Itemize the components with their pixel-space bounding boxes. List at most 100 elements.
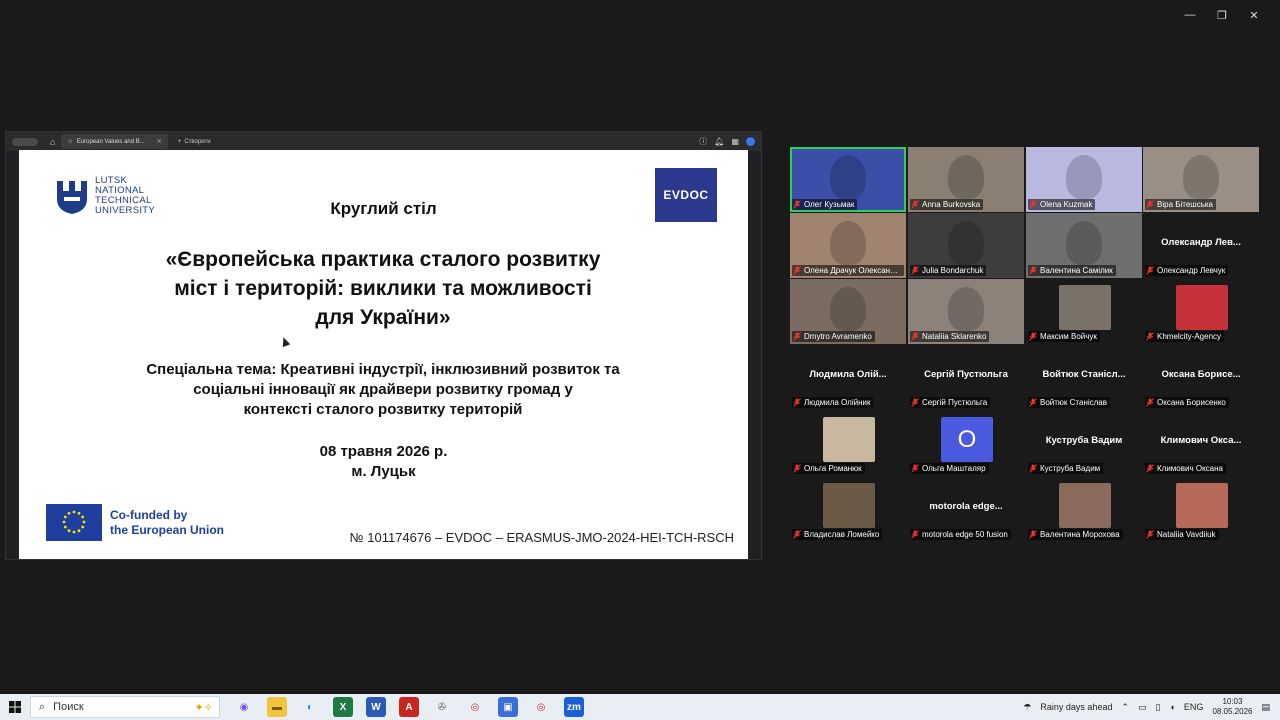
participant-tile[interactable]: Валентина Морохова [1026, 477, 1142, 542]
participant-video [948, 287, 984, 331]
participant-avatar [1059, 483, 1111, 528]
participant-tile[interactable]: O Ольга Маштaляр [908, 411, 1024, 476]
word-icon[interactable]: W [366, 697, 386, 717]
participant-name-label: Климович Оксана [1145, 463, 1226, 474]
windows-icon [9, 701, 21, 713]
file-explorer-icon[interactable]: ▬ [267, 697, 287, 717]
clock[interactable]: 10:03 08.05.2026 [1212, 697, 1252, 717]
help-icon[interactable]: ⓘ [699, 136, 707, 147]
muted-mic-icon [793, 200, 801, 209]
zoom-icon[interactable]: zm [564, 697, 584, 717]
participant-tile[interactable]: Оксана Борисе... Оксана Борисенко [1143, 345, 1259, 410]
participant-tile[interactable]: Julia Bondarchuk [908, 213, 1024, 278]
participant-name-label: Julia Bondarchuk [910, 265, 987, 276]
close-tab-icon[interactable]: ✕ [157, 138, 162, 145]
participant-tile[interactable]: Ольга Романюк [790, 411, 906, 476]
participant-video [1066, 155, 1102, 199]
participant-tile[interactable]: Anna Burkovska [908, 147, 1024, 212]
network-icon[interactable]: ▯ [1156, 702, 1161, 713]
participant-tile[interactable]: Климович Окса... Климович Оксана [1143, 411, 1259, 476]
muted-mic-icon [793, 398, 801, 407]
new-tab-button[interactable]: + Створити [178, 139, 211, 145]
participant-tile[interactable]: Olena Kuzmak [1026, 147, 1142, 212]
eu-line: the European Union [110, 522, 224, 537]
muted-mic-icon [1146, 464, 1154, 473]
participant-tile[interactable]: Віра Бітешська [1143, 147, 1259, 212]
edge-icon[interactable]: ◐ [300, 697, 320, 717]
participant-tile[interactable]: Олег Кузьмак [790, 147, 906, 212]
acrobat-icon[interactable]: A [399, 697, 419, 717]
participant-tile[interactable]: Валентина Самілик [1026, 213, 1142, 278]
minimize-button[interactable]: — [1174, 6, 1206, 24]
participant-tile[interactable]: Khmelcity-Agency [1143, 279, 1259, 344]
participant-avatar-letter: O [941, 417, 993, 462]
participant-avatar [823, 417, 875, 462]
participant-name-label: motorola edge 50 fusion [910, 529, 1011, 540]
muted-mic-icon [793, 332, 801, 341]
special-line: соціальні інновації як драйвери розвитку… [193, 381, 573, 398]
participant-tile[interactable]: Nataliia Sklarenko [908, 279, 1024, 344]
participant-tile[interactable]: Олександр Лев... Олександр Левчук [1143, 213, 1259, 278]
eu-line: Co-funded by [110, 507, 188, 522]
participant-tile[interactable]: Dmytro Avramenko [790, 279, 906, 344]
participant-video [1066, 221, 1102, 265]
participant-video [830, 155, 866, 199]
close-button[interactable]: ✕ [1238, 6, 1270, 24]
participant-name-label: Nataliia Vavdiiuk [1145, 529, 1219, 540]
grid-icon[interactable]: ▦ [731, 137, 739, 146]
special-line: контексті сталого розвитку територій [243, 401, 523, 418]
chrome-icon[interactable]: ◎ [465, 697, 485, 717]
home-icon[interactable]: ⌂ [50, 137, 55, 147]
participant-tile[interactable]: Людмила Олій... Людмила Олійник [790, 345, 906, 410]
event-type: Круглий стіл [330, 199, 437, 218]
participant-avatar [823, 483, 875, 528]
participant-tile[interactable]: Олена Драчук Олександрівна [790, 213, 906, 278]
participant-name-label: Людмила Олійник [792, 397, 874, 408]
participant-tile[interactable]: Владислав Ломейко [790, 477, 906, 542]
participant-tile[interactable]: Куструба Вадим Куструба Вадим [1026, 411, 1142, 476]
browser-tab[interactable]: ☆ European Values and B... ✕ [61, 134, 168, 149]
system-tray: ☂ Rainy days ahead ⌃ ▭ ▯ ◖ ENG 10:03 08.… [1023, 697, 1280, 717]
excel-icon[interactable]: X [333, 697, 353, 717]
muted-mic-icon [1029, 398, 1037, 407]
participant-tile[interactable]: Сергій Пустюльга Сергiй Пустюльга [908, 345, 1024, 410]
chevron-up-icon[interactable]: ⌃ [1121, 702, 1129, 713]
monitor-icon[interactable]: ▭ [1138, 702, 1147, 713]
volume-icon[interactable]: ◖ [1169, 702, 1174, 712]
start-button[interactable] [0, 701, 30, 713]
new-tab-label: Створити [184, 138, 211, 145]
participant-name-label: Куструба Вадим [1028, 463, 1104, 474]
maximize-button[interactable]: ❐ [1206, 6, 1238, 24]
notification-icon[interactable]: ▤ [1261, 702, 1270, 713]
weather-text[interactable]: Rainy days ahead [1040, 702, 1112, 712]
participant-display-name: motorola edge... [929, 501, 1003, 512]
participant-tile[interactable]: Максим Войчук [1026, 279, 1142, 344]
participant-video [830, 287, 866, 331]
bell-icon[interactable]: 🔔︎ [714, 137, 724, 146]
muted-mic-icon [1029, 200, 1037, 209]
chrome-icon-2[interactable]: ◎ [531, 697, 551, 717]
participant-name-label: Nataliia Sklarenko [910, 331, 990, 342]
tool-icon[interactable]: ✇ [432, 697, 452, 717]
muted-mic-icon [1029, 332, 1037, 341]
copilot-icon[interactable]: ◉ [234, 697, 254, 717]
weather-icon[interactable]: ☂ [1023, 702, 1031, 713]
participant-tile[interactable]: motorola edge... motorola edge 50 fusion [908, 477, 1024, 542]
title-line: для України» [315, 306, 451, 329]
participant-tile[interactable]: Войтюк Станісл... Войтюк Станіслав [1026, 345, 1142, 410]
browser-tab-title: European Values and B... [76, 138, 145, 145]
participant-tile[interactable]: Nataliia Vavdiiuk [1143, 477, 1259, 542]
window-pill[interactable] [12, 137, 38, 146]
sparkle-icon: ✦✧ [194, 701, 213, 714]
save-icon[interactable]: ▣ [498, 697, 518, 717]
language-indicator[interactable]: ENG [1184, 702, 1204, 712]
taskbar-search[interactable]: ⌕ Поиск ✦✧ [30, 696, 220, 718]
globe-icon[interactable] [746, 137, 755, 146]
eu-flag-icon [46, 504, 102, 541]
event-city: м. Луцьк [351, 463, 416, 480]
browser-toolbar-right: ⓘ 🔔︎ ▦ [699, 136, 755, 147]
event-date-block: 08 травня 2026 р. м. Луцьк [19, 442, 748, 482]
taskbar: ⌕ Поиск ✦✧ ◉ ▬ ◐ X W A ✇ ◎ ▣ ◎ zm ☂ Rain… [0, 694, 1280, 720]
muted-mic-icon [911, 464, 919, 473]
muted-mic-icon [911, 530, 919, 539]
